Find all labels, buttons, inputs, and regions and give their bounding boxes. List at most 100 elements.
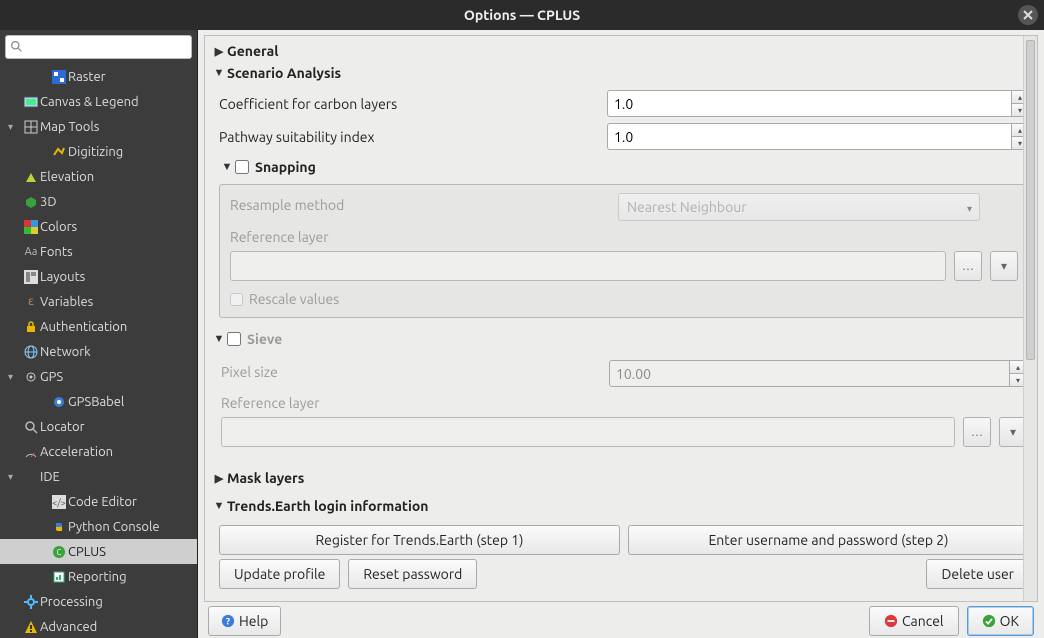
register-button[interactable]: Register for Trends.Earth (step 1): [219, 525, 620, 555]
coefficient-input[interactable]: [607, 90, 1011, 117]
sidebar-item-label: Colors: [40, 220, 77, 234]
sidebar-item-gpsbabel[interactable]: GPSBabel: [0, 389, 197, 414]
3d-icon: [22, 195, 40, 209]
dropdown-button[interactable]: ▾: [990, 251, 1018, 281]
colors-icon: [22, 220, 40, 234]
cancel-button[interactable]: Cancel: [869, 606, 959, 636]
sidebar-item-raster[interactable]: Raster: [0, 64, 197, 89]
pixel-size-label: Pixel size: [221, 364, 609, 380]
sidebar-item-label: Map Tools: [40, 120, 99, 134]
section-mask-layers[interactable]: ▶ Mask layers: [211, 467, 1029, 489]
gpsbabel-icon: [50, 395, 68, 409]
sidebar-item-label: GPSBabel: [68, 395, 124, 409]
sieve-label: Sieve: [247, 331, 282, 347]
sidebar-item-label: Canvas & Legend: [40, 95, 139, 109]
options-tree[interactable]: Raster Canvas & Legend ▾Map ToolsDigitizin…: [0, 64, 197, 638]
sidebar-item-digitizing[interactable]: Digitizing: [0, 139, 197, 164]
gps-icon: [22, 370, 40, 384]
chevron-down-icon: ▼: [219, 161, 235, 173]
question-icon: ?: [221, 614, 235, 628]
sidebar-item-network[interactable]: Network: [0, 339, 197, 364]
cancel-label: Cancel: [902, 613, 944, 629]
options-panel: ▶ General ▼ Scenario Analysis Coefficien…: [204, 35, 1038, 602]
help-label: Help: [239, 613, 268, 629]
section-snapping[interactable]: ▼ Snapping: [219, 156, 1029, 178]
sidebar-item-canvas-legend[interactable]: Canvas & Legend: [0, 89, 197, 114]
sidebar-item-variables[interactable]: εVariables: [0, 289, 197, 314]
window-titlebar: Options — CPLUS: [0, 0, 1044, 30]
sidebar-item-colors[interactable]: Colors: [0, 214, 197, 239]
ok-button[interactable]: OK: [967, 606, 1034, 636]
psi-label: Pathway suitability index: [219, 129, 607, 145]
raster-icon: [50, 70, 68, 84]
reference-layer2-label: Reference layer: [221, 395, 1027, 411]
close-button[interactable]: [1018, 5, 1038, 25]
reference-layer2-input[interactable]: [221, 417, 955, 447]
lock-icon: [22, 320, 40, 334]
reset-password-button[interactable]: Reset password: [348, 559, 477, 589]
sidebar-item-fonts[interactable]: AaFonts: [0, 239, 197, 264]
chevron-down-icon: ▼: [211, 67, 227, 79]
network-icon: [22, 345, 40, 359]
reference-layer-input[interactable]: [230, 251, 946, 281]
options-sidebar: Raster Canvas & Legend ▾Map ToolsDigitizin…: [0, 30, 198, 638]
sieve-checkbox[interactable]: [227, 332, 241, 346]
section-sieve[interactable]: ▼ Sieve: [211, 328, 1029, 350]
sidebar-item-advanced[interactable]: Advanced: [0, 614, 197, 638]
sidebar-item-label: Reporting: [68, 570, 127, 584]
chevron-right-icon: ▶: [211, 472, 227, 485]
sidebar-item-label: Acceleration: [40, 445, 113, 459]
dialog-footer: ? Help Cancel OK: [204, 602, 1038, 636]
sidebar-item-locator[interactable]: Locator: [0, 414, 197, 439]
sidebar-item-label: 3D: [40, 195, 57, 209]
pixel-size-input[interactable]: [609, 360, 1009, 387]
sidebar-item-cplus[interactable]: C CPLUS: [0, 539, 197, 564]
section-scenario-analysis[interactable]: ▼ Scenario Analysis: [211, 62, 1029, 84]
snapping-checkbox[interactable]: [235, 160, 249, 174]
chevron-down-icon: ▼: [211, 500, 227, 512]
cancel-icon: [884, 614, 898, 628]
resample-method-select[interactable]: Nearest Neighbour: [618, 193, 980, 221]
sidebar-item-label: Locator: [40, 420, 85, 434]
delete-user-button[interactable]: Delete user: [926, 559, 1029, 589]
search-icon: [22, 420, 40, 434]
ok-icon: [982, 614, 996, 628]
sidebar-item-3d[interactable]: 3D: [0, 189, 197, 214]
sidebar-item-gps[interactable]: ▾GPS: [0, 364, 197, 389]
update-profile-button[interactable]: Update profile: [219, 559, 340, 589]
sidebar-item-label: Raster: [68, 70, 106, 84]
sidebar-item-acceleration[interactable]: Acceleration: [0, 439, 197, 464]
section-general[interactable]: ▶ General: [211, 40, 1029, 62]
resample-method-label: Resample method: [230, 197, 618, 213]
sidebar-item-label: CPLUS: [68, 545, 106, 559]
help-button[interactable]: ? Help: [208, 606, 281, 636]
sidebar-item-label: Variables: [40, 295, 93, 309]
rescale-values-checkbox[interactable]: [230, 293, 243, 306]
psi-input[interactable]: [607, 123, 1011, 150]
sidebar-item-code-editor[interactable]: </>Code Editor: [0, 489, 197, 514]
options-search-input[interactable]: [5, 35, 192, 59]
sidebar-item-processing[interactable]: Processing: [0, 589, 197, 614]
sidebar-item-reporting[interactable]: Reporting: [0, 564, 197, 589]
sidebar-item-label: IDE: [40, 470, 60, 484]
sidebar-item-python-console[interactable]: Python Console: [0, 514, 197, 539]
variables-icon: ε: [22, 295, 40, 308]
sieve-block: Pixel size ▴ ▾ Reference layer: [219, 356, 1029, 457]
scrollbar-thumb[interactable]: [1026, 40, 1035, 360]
browse-button[interactable]: …: [954, 251, 982, 281]
sidebar-item-layouts[interactable]: Layouts: [0, 264, 197, 289]
enter-credentials-button[interactable]: Enter username and password (step 2): [628, 525, 1029, 555]
sidebar-item-elevation[interactable]: Elevation: [0, 164, 197, 189]
sidebar-item-authentication[interactable]: Authentication: [0, 314, 197, 339]
reporting-icon: [50, 570, 68, 584]
browse-button-2[interactable]: …: [963, 417, 991, 447]
maptools-icon: [22, 120, 40, 134]
svg-text:C: C: [57, 548, 62, 557]
panel-scrollbar[interactable]: [1023, 36, 1037, 601]
sidebar-item-ide[interactable]: ▾IDE: [0, 464, 197, 489]
rescale-values-label: Rescale values: [249, 291, 339, 307]
section-trends-earth[interactable]: ▼ Trends.Earth login information: [211, 495, 1029, 517]
layouts-icon: [22, 270, 40, 284]
sidebar-item-map-tools[interactable]: ▾Map Tools: [0, 114, 197, 139]
warning-icon: [22, 620, 40, 634]
